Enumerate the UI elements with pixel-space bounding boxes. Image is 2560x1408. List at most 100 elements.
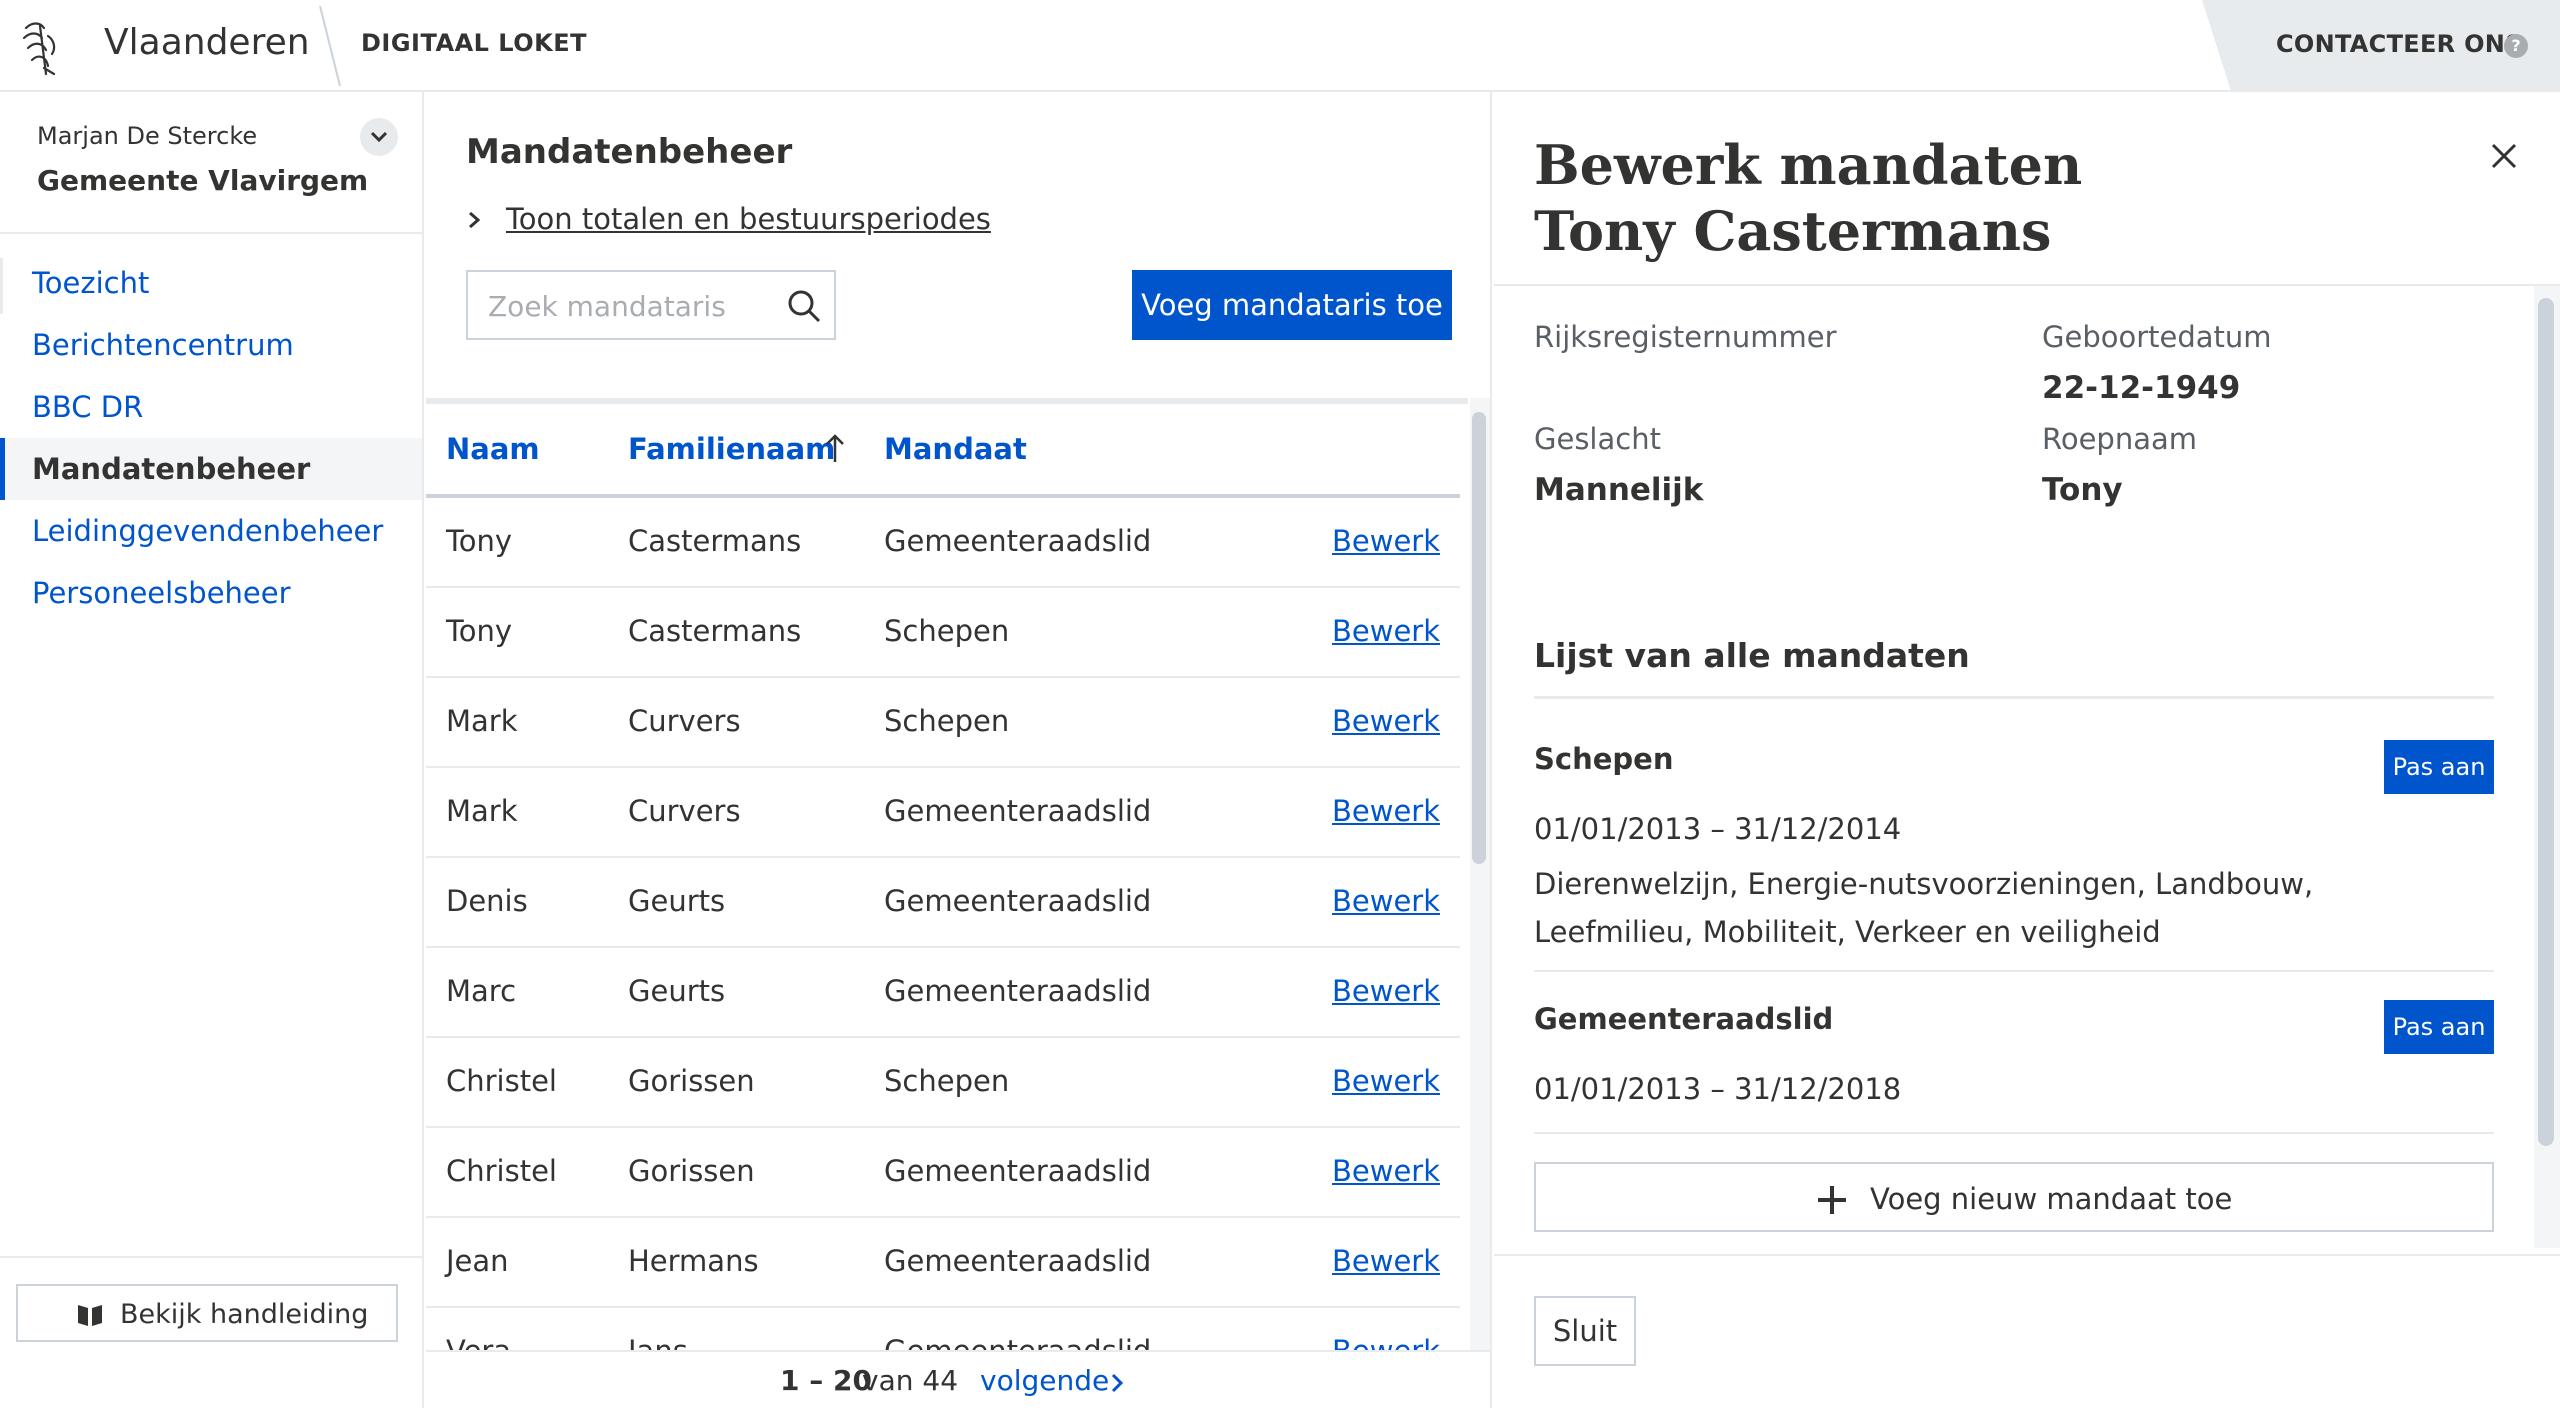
manual-label: Bekijk handleiding — [120, 1299, 369, 1330]
mandatarissen-table: Naam Familienaam Mandaat Tony Castermans… — [426, 398, 1468, 1350]
sidebar-item-toezicht[interactable]: Toezicht — [0, 252, 422, 314]
manual-button[interactable]: Bekijk handleiding — [16, 1284, 398, 1342]
cell-mandaat: Schepen — [884, 614, 1010, 648]
cell-familienaam: Gorissen — [628, 1064, 755, 1098]
chevron-down-icon — [370, 131, 388, 143]
mandate-name: Gemeenteraadslid — [1534, 1002, 1834, 1036]
cell-naam: Tony — [446, 614, 513, 648]
contact-label[interactable]: CONTACTEER ONS — [2276, 30, 2523, 58]
cell-familienaam: Hermans — [628, 1244, 759, 1278]
edit-mandates-panel: Bewerk mandaten Tony Castermans Rijksreg… — [1494, 92, 2560, 1408]
cell-naam: Christel — [446, 1154, 557, 1188]
edit-link[interactable]: Bewerk — [1332, 794, 1440, 828]
search-field[interactable] — [466, 270, 836, 340]
cell-familienaam: Curvers — [628, 794, 741, 828]
search-icon[interactable] — [786, 288, 822, 324]
column-header-naam[interactable]: Naam — [446, 432, 540, 466]
rijksregisternummer-label: Rijksregisternummer — [1534, 320, 1837, 354]
panel-scrollbar-thumb[interactable] — [2538, 298, 2554, 1146]
search-input[interactable] — [488, 286, 768, 326]
flemish-lion-icon[interactable] — [18, 18, 62, 76]
totals-toggle-label[interactable]: Toon totalen en bestuursperiodes — [506, 202, 991, 236]
brand-name[interactable]: Vlaanderen — [104, 22, 310, 63]
table-row: Jean Hermans Gemeenteraadslid Bewerk — [426, 1218, 1460, 1308]
cell-mandaat: Gemeenteraadslid — [884, 1334, 1151, 1350]
cell-familienaam: Castermans — [628, 524, 802, 558]
sidebar-item-leidinggevendenbeheer[interactable]: Leidinggevendenbeheer — [0, 500, 422, 562]
table-scrollbar-thumb[interactable] — [1472, 412, 1486, 864]
mandate-name: Schepen — [1534, 742, 1674, 776]
mandates-list-title: Lijst van alle mandaten — [1534, 636, 1970, 675]
organisation-name: Gemeente Vlavirgem — [37, 164, 369, 197]
cell-mandaat: Schepen — [884, 704, 1010, 738]
cell-familienaam: Gorissen — [628, 1154, 755, 1188]
sidebar-item-personeelsbeheer[interactable]: Personeelsbeheer — [0, 562, 422, 624]
mandate-item: Schepen Pas aan 01/01/2013 – 31/12/2014 … — [1534, 740, 2494, 972]
cell-mandaat: Gemeenteraadslid — [884, 974, 1152, 1008]
cell-familienaam: Jans — [628, 1334, 688, 1350]
panel-title-line-2: Tony Castermans — [1534, 199, 2052, 263]
pagination: 1 – 20 van 44 volgende — [426, 1350, 1492, 1408]
cell-naam: Denis — [446, 884, 528, 918]
add-mandataris-button[interactable]: Voeg mandataris toe — [1132, 270, 1452, 340]
mandate-period: 01/01/2013 – 31/12/2018 — [1534, 1072, 1902, 1106]
sidebar-item-mandatenbeheer[interactable]: Mandatenbeheer — [0, 438, 422, 500]
column-header-familienaam[interactable]: Familienaam — [628, 432, 835, 466]
global-header: Vlaanderen DIGITAAL LOKET CONTACTEER ONS… — [0, 0, 2560, 92]
mandate-domains: Dierenwelzijn, Energie-nutsvoorzieningen… — [1534, 867, 2314, 949]
app-name[interactable]: DIGITAAL LOKET — [361, 29, 587, 57]
edit-link[interactable]: Bewerk — [1332, 1334, 1440, 1350]
edit-link[interactable]: Bewerk — [1332, 1154, 1440, 1188]
pagination-total: van 44 — [862, 1364, 959, 1397]
sidebar-footer-divider — [0, 1256, 424, 1258]
page-title: Mandatenbeheer — [466, 132, 793, 172]
pagination-range: 1 – 20 — [780, 1364, 872, 1397]
table-row: Vera Jans Gemeenteraadslid Bewerk — [426, 1308, 1460, 1350]
sidebar-item-bbc-dr[interactable]: BBC DR — [0, 376, 422, 438]
sidebar-item-berichtencentrum[interactable]: Berichtencentrum — [0, 314, 422, 376]
cell-mandaat: Gemeenteraadslid — [884, 1244, 1152, 1278]
edit-mandate-button[interactable]: Pas aan — [2384, 1000, 2494, 1054]
contact-button[interactable]: CONTACTEER ONS ? — [2202, 0, 2560, 90]
edit-mandate-button[interactable]: Pas aan — [2384, 740, 2494, 794]
sort-ascending-icon[interactable] — [824, 432, 846, 464]
cell-naam: Tony — [446, 524, 513, 558]
close-icon[interactable] — [2488, 140, 2520, 172]
add-mandate-label: Voeg nieuw mandaat toe — [1870, 1182, 2233, 1216]
cell-familienaam: Castermans — [628, 614, 802, 648]
edit-link[interactable]: Bewerk — [1332, 704, 1440, 738]
table-row: Denis Geurts Gemeenteraadslid Bewerk — [426, 858, 1460, 948]
edit-link[interactable]: Bewerk — [1332, 884, 1440, 918]
cell-mandaat: Gemeenteraadslid — [884, 884, 1152, 918]
cell-naam: Vera — [446, 1334, 511, 1350]
chevron-right-icon[interactable] — [1110, 1372, 1124, 1394]
table-header: Naam Familienaam Mandaat — [426, 404, 1460, 498]
pagination-next-link[interactable]: volgende — [980, 1364, 1109, 1397]
sidebar-nav: Toezicht Berichtencentrum BBC DR Mandate… — [0, 252, 422, 624]
panel-title-line-1: Bewerk mandaten — [1534, 133, 2083, 197]
edit-link[interactable]: Bewerk — [1332, 614, 1440, 648]
edit-link[interactable]: Bewerk — [1332, 1064, 1440, 1098]
close-panel-button[interactable]: Sluit — [1534, 1296, 1636, 1366]
geboortedatum-label: Geboortedatum — [2042, 320, 2272, 354]
cell-mandaat: Gemeenteraadslid — [884, 1154, 1152, 1188]
cell-naam: Jean — [446, 1244, 509, 1278]
edit-link[interactable]: Bewerk — [1332, 1244, 1440, 1278]
cell-familienaam: Geurts — [628, 884, 726, 918]
geslacht-value: Mannelijk — [1534, 472, 1704, 508]
table-row: Tony Castermans Gemeenteraadslid Bewerk — [426, 498, 1460, 588]
cell-naam: Mark — [446, 794, 518, 828]
cell-mandaat: Gemeenteraadslid — [884, 524, 1152, 558]
column-header-mandaat[interactable]: Mandaat — [884, 432, 1027, 466]
plus-icon — [1818, 1186, 1846, 1214]
cell-naam: Christel — [446, 1064, 557, 1098]
table-row: Mark Curvers Schepen Bewerk — [426, 678, 1460, 768]
edit-link[interactable]: Bewerk — [1332, 974, 1440, 1008]
edit-link[interactable]: Bewerk — [1332, 524, 1440, 558]
add-mandate-button[interactable]: Voeg nieuw mandaat toe — [1534, 1162, 2494, 1232]
table-row: Christel Gorissen Gemeenteraadslid Bewer… — [426, 1128, 1460, 1218]
help-icon[interactable]: ? — [2504, 34, 2528, 58]
mandaten-list-pane: Mandatenbeheer Toon totalen en bestuursp… — [426, 92, 1492, 1408]
cell-familienaam: Geurts — [628, 974, 726, 1008]
user-menu-toggle[interactable] — [360, 118, 398, 156]
